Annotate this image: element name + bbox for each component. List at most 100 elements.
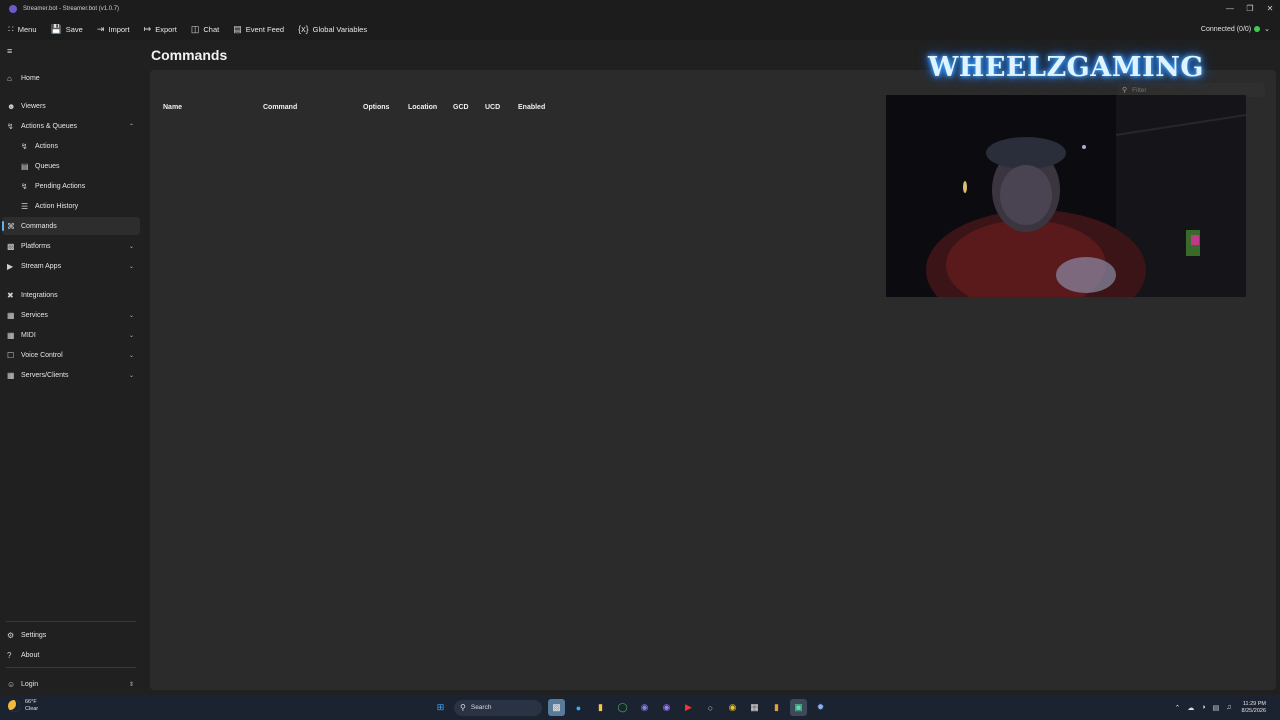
window-title: Streamer.bot - Streamer.bot (v1.0.7) xyxy=(23,6,120,12)
menu-button[interactable]: ∷ Menu xyxy=(8,24,37,35)
sidebar-item-pending-actions[interactable]: ↯ Pending Actions xyxy=(2,177,140,195)
chevron-down-icon: ⌄ xyxy=(128,332,134,339)
servers-icon: ▦ xyxy=(7,370,15,380)
sidebar-item-servers-clients[interactable]: ▦ Servers/Clients ⌄ xyxy=(2,366,140,384)
import-icon: ⇥ xyxy=(96,23,105,34)
restore-icon[interactable]: ❐ xyxy=(1240,0,1260,18)
sidebar-item-actions[interactable]: ↯ Actions xyxy=(2,137,140,155)
sidebar-item-label: Stream Apps xyxy=(21,262,62,270)
chat-button[interactable]: ◫ Chat xyxy=(191,24,219,35)
event-feed-button[interactable]: ▤ Event Feed xyxy=(233,24,284,35)
taskbar-search-label: Search xyxy=(470,704,492,711)
menu-label: Menu xyxy=(17,24,37,34)
column-header-location[interactable]: Location xyxy=(408,104,437,111)
sidebar-item-actions-queues[interactable]: ↯ Actions & Queues ⌃ xyxy=(2,117,140,135)
streamerbot-icon[interactable]: ✹ xyxy=(812,699,829,716)
export-button[interactable]: ↦ Export xyxy=(144,24,177,35)
stream-apps-icon: ▶ xyxy=(7,261,14,271)
global-variables-label: Global Variables xyxy=(312,24,368,34)
hamburger-icon[interactable]: ≡ xyxy=(7,46,12,56)
chevron-down-icon: ⌄ xyxy=(1264,26,1270,33)
question-icon: ? xyxy=(7,650,12,660)
clock-time: 11:29 PM xyxy=(1242,700,1266,707)
sidebar-item-action-history[interactable]: ☰ Action History xyxy=(2,197,140,215)
queue-icon: ▤ xyxy=(21,161,29,171)
taskbar-clock[interactable]: 11:29 PM 8/25/2026 xyxy=(1242,701,1266,715)
chevron-down-icon: ⌄ xyxy=(128,263,134,270)
onedrive-icon[interactable]: ☁ xyxy=(1187,704,1194,712)
edge-icon[interactable]: ● xyxy=(570,699,587,716)
lightning-icon: ↯ xyxy=(21,141,28,151)
sidebar-item-integrations[interactable]: ✖ Integrations xyxy=(2,286,140,304)
weather-widget[interactable]: 66°F Clear xyxy=(8,699,38,713)
column-header-enabled[interactable]: Enabled xyxy=(518,104,545,111)
sidebar-item-queues[interactable]: ▤ Queues xyxy=(2,157,140,175)
taskbar-search[interactable]: ⚲ Search xyxy=(454,699,542,716)
xbox-icon[interactable]: ◯ xyxy=(614,699,631,716)
channel-logo-overlay: WHEELZGAMING xyxy=(928,52,1204,83)
tray-overflow-icon[interactable]: ⌃ xyxy=(1175,704,1181,712)
connection-status-label: Connected (0/0) xyxy=(1200,25,1252,33)
sidebar-item-commands[interactable]: ⌘ Commands xyxy=(2,217,140,235)
youtube-icon[interactable]: ▶ xyxy=(680,699,697,716)
chevron-down-icon: ⌄ xyxy=(128,243,134,250)
sidebar-item-midi[interactable]: ▦ MIDI ⌄ xyxy=(2,326,140,344)
event-feed-label: Event Feed xyxy=(245,24,285,34)
sidebar-item-stream-apps[interactable]: ▶ Stream Apps ⌄ xyxy=(2,257,140,275)
import-button[interactable]: ⇥ Import xyxy=(97,24,130,35)
webcam-image xyxy=(886,95,1246,297)
sidebar-item-services[interactable]: ▦ Services ⌄ xyxy=(2,306,140,324)
global-variables-button[interactable]: {x} Global Variables xyxy=(298,24,367,34)
sidebar-item-label: Servers/Clients xyxy=(21,371,69,379)
sidebar-item-label: Pending Actions xyxy=(35,182,86,190)
column-header-ucd[interactable]: UCD xyxy=(485,104,500,111)
volume-icon[interactable]: ♫ xyxy=(1226,704,1231,711)
microphone-icon[interactable]: ◑ xyxy=(1201,704,1205,711)
sidebar-item-label: Platforms xyxy=(21,242,51,250)
app-icon[interactable]: ▮ xyxy=(768,699,785,716)
messenger-icon[interactable]: ◉ xyxy=(658,699,675,716)
save-button[interactable]: 💾 Save xyxy=(51,24,83,35)
column-header-options[interactable]: Options xyxy=(363,104,389,111)
chrome-icon[interactable]: ◉ xyxy=(724,699,741,716)
search-icon: ⚲ xyxy=(1122,87,1128,94)
sidebar-item-label: Queues xyxy=(35,162,60,170)
sidebar-item-home[interactable]: ⌂ Home xyxy=(2,69,140,87)
weather-condition: Clear xyxy=(25,706,39,712)
sidebar-item-platforms[interactable]: ▩ Platforms ⌄ xyxy=(2,237,140,255)
windows-start-icon[interactable]: ⊞ xyxy=(432,699,449,716)
history-icon: ☰ xyxy=(21,201,29,211)
ccleaner-icon[interactable]: ○ xyxy=(702,699,719,716)
streamlabs-icon[interactable]: ▣ xyxy=(790,699,807,716)
column-header-gcd[interactable]: GCD xyxy=(453,104,469,111)
sidebar-item-label: Commands xyxy=(21,222,57,230)
column-header-command[interactable]: Command xyxy=(263,104,297,111)
sidebar-item-voice-control[interactable]: ☐ Voice Control ⌄ xyxy=(2,346,140,364)
sidebar-item-label: Viewers xyxy=(21,102,46,110)
sidebar-item-login[interactable]: ☺ Login ⇕ xyxy=(2,675,140,693)
connected-indicator-icon xyxy=(1254,26,1261,32)
column-header-name[interactable]: Name xyxy=(163,104,182,111)
network-icon[interactable]: ▤ xyxy=(1213,704,1220,712)
minimize-icon[interactable]: — xyxy=(1220,0,1240,18)
chevron-down-icon: ⌄ xyxy=(128,372,134,379)
close-icon[interactable]: ✕ xyxy=(1260,0,1280,18)
file-explorer-icon[interactable]: ▮ xyxy=(592,699,609,716)
connection-status[interactable]: Connected (0/0) ⌄ xyxy=(1201,18,1270,40)
avatar-icon: ☺ xyxy=(7,679,16,689)
filter-input[interactable] xyxy=(1132,86,1253,94)
sidebar-item-settings[interactable]: ⚙ Settings xyxy=(2,626,140,644)
sidebar-item-viewers[interactable]: ☻ Viewers xyxy=(2,97,140,115)
discord-icon[interactable]: ◉ xyxy=(636,699,653,716)
streamerbot-app-icon xyxy=(9,5,17,13)
export-label: Export xyxy=(155,24,177,34)
task-view-icon[interactable]: ▩ xyxy=(548,699,565,716)
variable-icon: {x} xyxy=(298,24,309,34)
sidebar-item-label: Home xyxy=(21,74,40,82)
search-icon: ⚲ xyxy=(460,703,466,712)
pending-icon: ↯ xyxy=(21,181,28,191)
moon-icon xyxy=(8,700,20,712)
sidebar-item-label: About xyxy=(21,651,40,659)
capcut-icon[interactable]: ▦ xyxy=(746,699,763,716)
sidebar-item-about[interactable]: ? About xyxy=(2,646,140,664)
